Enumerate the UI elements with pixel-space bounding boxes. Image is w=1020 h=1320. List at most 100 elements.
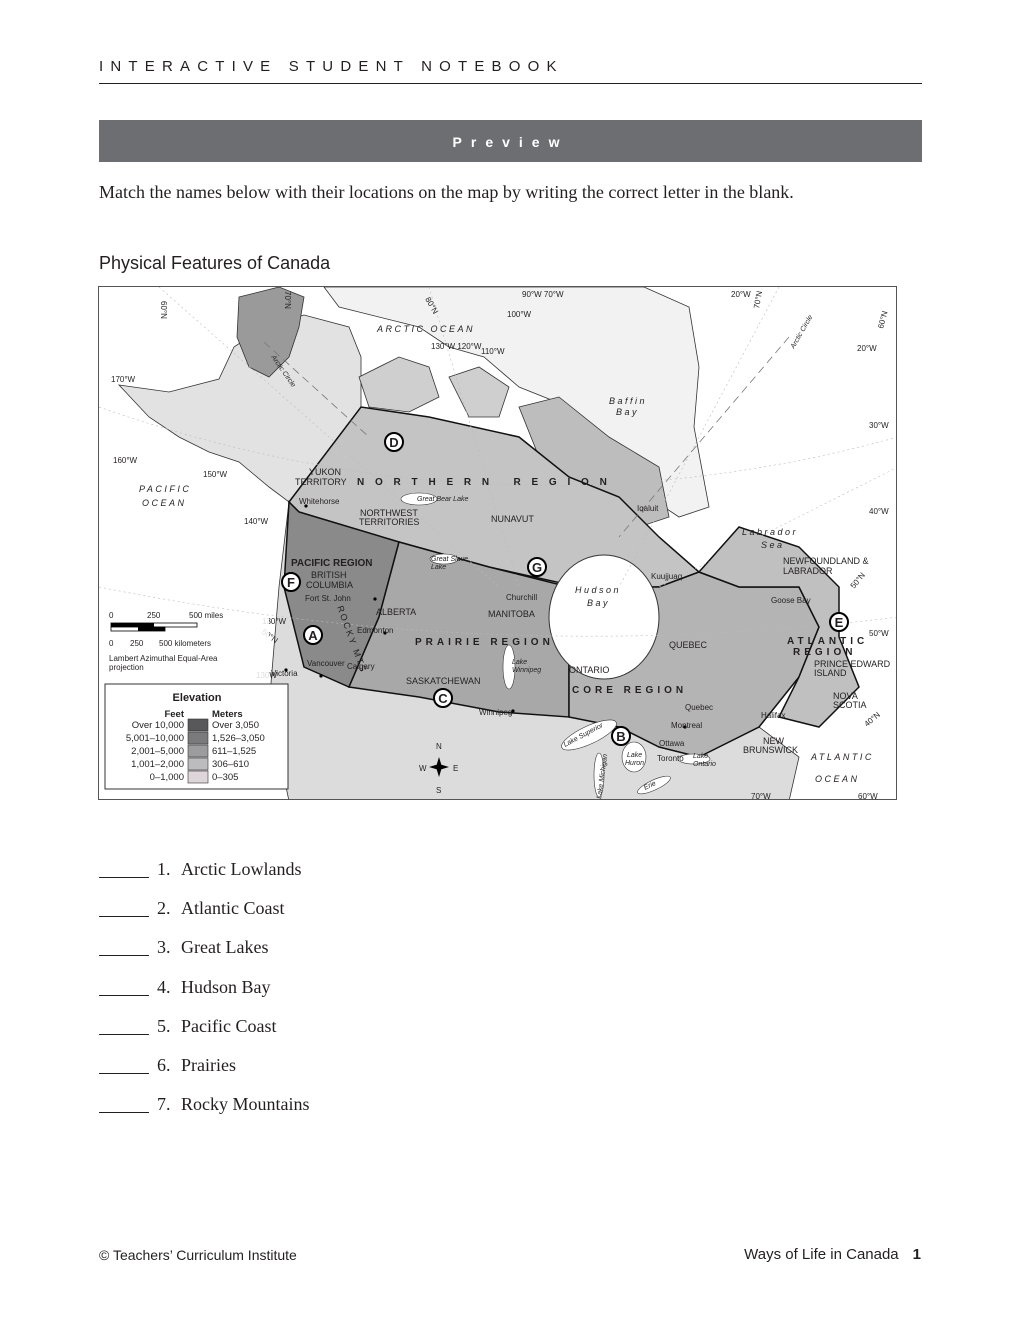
projection-label: Lambert Azimuthal Equal-Area xyxy=(109,654,218,663)
legend-meters: 611–1,525 xyxy=(212,746,256,757)
lake-label: Huron xyxy=(625,760,644,767)
question-number: 6. xyxy=(157,1055,171,1076)
graticule-label: 130°W 120°W xyxy=(431,342,482,351)
graticule-label: 90°W 70°W xyxy=(522,290,564,299)
map-canada: 60°N 70°N 80°N 90°W 70°W 100°W 130°W 120… xyxy=(98,286,897,800)
page: INTERACTIVE STUDENT NOTEBOOK Preview Mat… xyxy=(0,0,1020,1320)
svg-text:C: C xyxy=(438,691,448,706)
elevation-legend: Elevation Feet Meters Over 10,000 Over 3,… xyxy=(104,683,289,790)
city-label: Ottawa xyxy=(659,739,685,748)
lake-label: Winnipeg xyxy=(512,667,541,674)
question-item: 6. Prairies xyxy=(99,1046,310,1085)
legend-row: Over 10,000 Over 3,050 xyxy=(132,718,259,732)
question-item: 3. Great Lakes xyxy=(99,928,310,967)
svg-text:F: F xyxy=(287,575,295,590)
legend-row: 0–1,000 0–305 xyxy=(150,770,238,784)
city-label: Victoria xyxy=(271,669,298,678)
graticule-label: 40°N xyxy=(863,710,883,729)
city-label: Iqaluit xyxy=(637,504,659,513)
question-label: Prairies xyxy=(181,1055,236,1076)
province-label: ONTARIO xyxy=(569,665,609,675)
legend-row: 2,001–5,000 611–1,525 xyxy=(131,744,256,758)
graticule-label: 40°W xyxy=(869,507,889,516)
region-label: PRAIRIE REGION xyxy=(415,637,554,648)
graticule-label: 140°W xyxy=(244,517,269,526)
question-number: 3. xyxy=(157,937,171,958)
ocean-label: Labrador xyxy=(742,527,798,537)
marker-b: B xyxy=(611,726,631,746)
answer-blank[interactable] xyxy=(99,939,149,957)
city-label: Halifax xyxy=(761,711,785,720)
answer-blank[interactable] xyxy=(99,1096,149,1114)
province-label: TERRITORY xyxy=(295,477,347,487)
question-label: Atlantic Coast xyxy=(181,898,285,919)
legend-row: 1,001–2,000 306–610 xyxy=(131,757,249,771)
question-item: 7. Rocky Mountains xyxy=(99,1085,310,1124)
ocean-label: Bay xyxy=(616,407,639,417)
answer-blank[interactable] xyxy=(99,1018,149,1035)
province-label: NEWFOUNDLAND & xyxy=(783,556,869,566)
graticule-label: 60°N xyxy=(159,301,168,319)
lake-label: Lake xyxy=(512,659,527,666)
svg-text:N: N xyxy=(436,742,442,751)
marker-e: E xyxy=(829,612,849,632)
province-label: QUEBEC xyxy=(669,640,708,650)
province-label: SCOTIA xyxy=(833,700,867,710)
graticule-label: 100°W xyxy=(507,310,532,319)
graticule-label: 150°W xyxy=(203,470,228,479)
svg-text:G: G xyxy=(532,560,542,575)
arctic-circle-label: Arctic Circle xyxy=(789,314,814,351)
answer-blank[interactable] xyxy=(99,861,149,879)
svg-text:S: S xyxy=(436,786,441,795)
graticule-label: 50°N xyxy=(849,571,868,591)
svg-text:250: 250 xyxy=(147,611,161,620)
question-label: Rocky Mountains xyxy=(181,1094,310,1115)
ocean-label: Hudson xyxy=(575,585,621,595)
city-label: Toronto xyxy=(657,754,684,763)
svg-text:0: 0 xyxy=(109,611,114,620)
legend-meters: 306–610 xyxy=(212,759,249,770)
svg-text:W: W xyxy=(419,764,427,773)
graticule-label: 160°W xyxy=(113,456,138,465)
legend-feet-header: Feet xyxy=(164,709,184,720)
city-label: Kuujjuaq xyxy=(651,572,682,581)
province-label: TERRITORIES xyxy=(359,517,419,527)
graticule-label: 50°W xyxy=(869,629,889,638)
question-number: 7. xyxy=(157,1094,171,1115)
province-label: YUKON xyxy=(309,467,341,477)
preview-banner: Preview xyxy=(99,120,922,162)
question-label: Pacific Coast xyxy=(181,1015,277,1036)
answer-blank[interactable] xyxy=(99,900,149,918)
region-label: N O R T H E R N R E G I O N xyxy=(357,477,611,488)
province-label: MANITOBA xyxy=(488,609,535,619)
svg-text:500 miles: 500 miles xyxy=(189,611,223,620)
lake-label: Lake xyxy=(431,564,446,571)
ocean-label: Baffin xyxy=(609,396,647,406)
legend-swatch xyxy=(187,770,209,784)
city-label: Vancouver xyxy=(307,659,345,668)
lake-label: Great Slave xyxy=(431,556,468,563)
lake-label: Lake xyxy=(693,753,708,760)
legend-feet: 0–1,000 xyxy=(150,772,184,783)
answer-blank[interactable] xyxy=(99,1057,149,1075)
legend-feet: 1,001–2,000 xyxy=(131,759,184,770)
legend-swatch xyxy=(187,718,209,732)
question-label: Hudson Bay xyxy=(181,976,271,997)
instructions: Match the names below with their locatio… xyxy=(99,182,794,202)
svg-text:250: 250 xyxy=(130,639,144,648)
ocean-label: Sea xyxy=(761,540,785,550)
question-list: 1. Arctic Lowlands 2. Atlantic Coast 3. Great… xyxy=(99,850,310,1124)
legend-swatch xyxy=(187,744,209,758)
graticule-label: 20°W xyxy=(731,290,751,299)
graticule-label: 60°N xyxy=(876,310,889,330)
graticule-label: 60°W xyxy=(858,792,878,800)
ocean-label: PACIFIC xyxy=(139,484,191,494)
lake-label: Great Bear Lake xyxy=(417,496,468,503)
svg-text:A: A xyxy=(308,628,318,643)
projection-label: projection xyxy=(109,663,144,672)
city-label: Fort St. John xyxy=(305,594,351,603)
legend-meters: Over 3,050 xyxy=(212,720,259,731)
answer-blank[interactable] xyxy=(99,979,149,996)
city-label: Quebec xyxy=(685,703,713,712)
region-label: PACIFIC REGION xyxy=(291,558,372,569)
